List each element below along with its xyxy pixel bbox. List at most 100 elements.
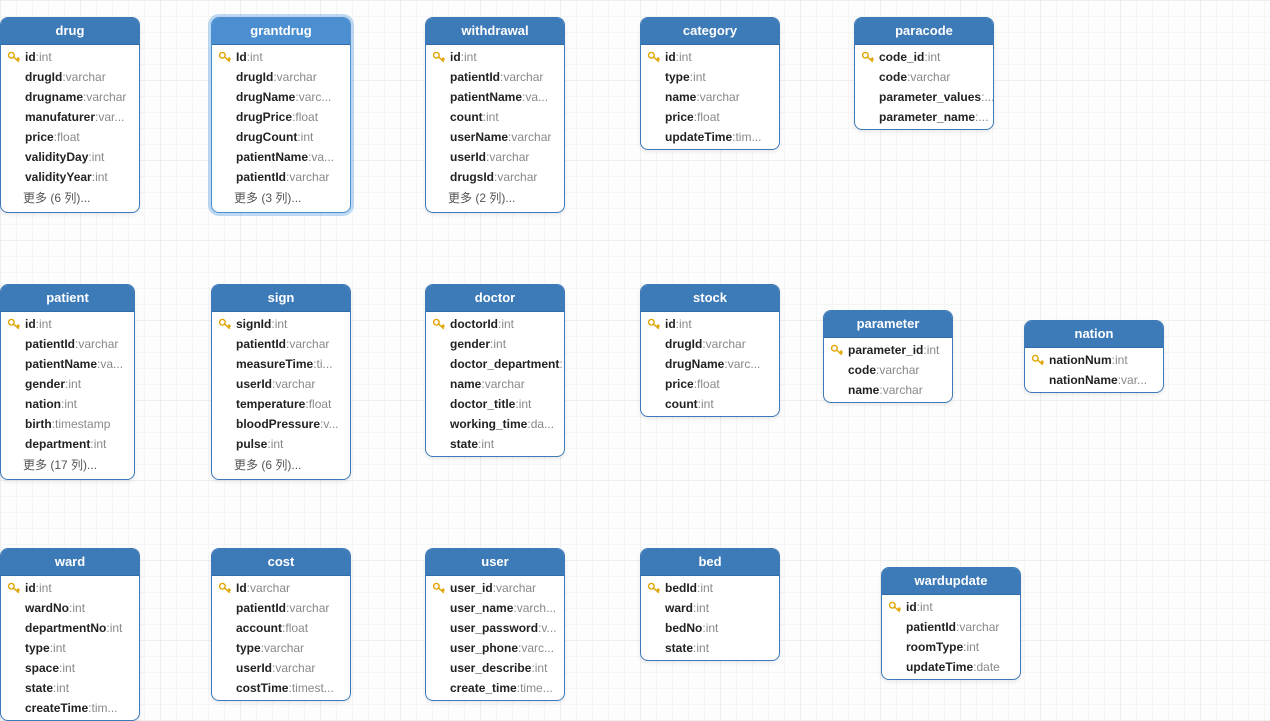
column-row[interactable]: nationNum: int [1025, 350, 1163, 370]
column-row[interactable]: type: varchar [212, 638, 350, 658]
column-row[interactable]: state: int [641, 638, 779, 658]
column-row[interactable]: name: varchar [824, 380, 952, 400]
table-category[interactable]: categoryid: inttype: intname: varcharpri… [640, 17, 780, 150]
column-row[interactable]: state: int [426, 434, 564, 454]
table-patient[interactable]: patientid: intpatientId: varcharpatientN… [0, 284, 135, 480]
column-row[interactable]: patientId: varchar [1, 334, 134, 354]
column-row[interactable]: count: int [641, 394, 779, 414]
table-drug[interactable]: drugid: intdrugId: varchardrugname: varc… [0, 17, 140, 213]
column-row[interactable]: user_describe: int [426, 658, 564, 678]
column-row[interactable]: type: int [1, 638, 139, 658]
column-row[interactable]: Id: int [212, 47, 350, 67]
column-row[interactable]: price: float [1, 127, 139, 147]
table-header[interactable]: stock [641, 285, 779, 312]
more-columns-indicator[interactable]: 更多 (3 列)... [212, 187, 350, 210]
table-header[interactable]: drug [1, 18, 139, 45]
column-row[interactable]: updateTime: date [882, 657, 1020, 677]
column-row[interactable]: drugname: varchar [1, 87, 139, 107]
column-row[interactable]: price: float [641, 107, 779, 127]
column-row[interactable]: nationName: var... [1025, 370, 1163, 390]
column-row[interactable]: gender: int [1, 374, 134, 394]
column-row[interactable]: patientId: varchar [426, 67, 564, 87]
column-row[interactable]: validityYear: int [1, 167, 139, 187]
more-columns-indicator[interactable]: 更多 (17 列)... [1, 454, 134, 477]
table-stock[interactable]: stockid: intdrugId: varchardrugName: var… [640, 284, 780, 417]
column-row[interactable]: doctorId: int [426, 314, 564, 334]
column-row[interactable]: working_time: da... [426, 414, 564, 434]
column-row[interactable]: bedNo: int [641, 618, 779, 638]
table-header[interactable]: ward [1, 549, 139, 576]
column-row[interactable]: nation: int [1, 394, 134, 414]
table-header[interactable]: parameter [824, 311, 952, 338]
column-row[interactable]: department: int [1, 434, 134, 454]
column-row[interactable]: userId: varchar [212, 658, 350, 678]
column-row[interactable]: id: int [426, 47, 564, 67]
column-row[interactable]: drugId: varchar [1, 67, 139, 87]
table-header[interactable]: doctor [426, 285, 564, 312]
table-paracode[interactable]: paracodecode_id: intcode: varcharparamet… [854, 17, 994, 130]
column-row[interactable]: patientName: va... [212, 147, 350, 167]
column-row[interactable]: id: int [1, 47, 139, 67]
table-header[interactable]: withdrawal [426, 18, 564, 45]
column-row[interactable]: count: int [426, 107, 564, 127]
column-row[interactable]: temperature: float [212, 394, 350, 414]
column-row[interactable]: space: int [1, 658, 139, 678]
column-row[interactable]: patientName: va... [1, 354, 134, 374]
column-row[interactable]: id: int [882, 597, 1020, 617]
column-row[interactable]: user_name: varch... [426, 598, 564, 618]
column-row[interactable]: birth: timestamp [1, 414, 134, 434]
column-row[interactable]: signId: int [212, 314, 350, 334]
table-ward[interactable]: wardid: intwardNo: intdepartmentNo: intt… [0, 548, 140, 721]
table-sign[interactable]: signsignId: intpatientId: varcharmeasure… [211, 284, 351, 480]
column-row[interactable]: costTime: timest... [212, 678, 350, 698]
more-columns-indicator[interactable]: 更多 (2 列)... [426, 187, 564, 210]
column-row[interactable]: Id: varchar [212, 578, 350, 598]
column-row[interactable]: wardNo: int [1, 598, 139, 618]
column-row[interactable]: code_id: int [855, 47, 993, 67]
column-row[interactable]: patientId: varchar [212, 334, 350, 354]
column-row[interactable]: parameter_values: ... [855, 87, 993, 107]
column-row[interactable]: gender: int [426, 334, 564, 354]
column-row[interactable]: patientId: varchar [212, 167, 350, 187]
column-row[interactable]: doctor_title: int [426, 394, 564, 414]
column-row[interactable]: parameter_name: ... [855, 107, 993, 127]
column-row[interactable]: validityDay: int [1, 147, 139, 167]
more-columns-indicator[interactable]: 更多 (6 列)... [1, 187, 139, 210]
column-row[interactable]: userName: varchar [426, 127, 564, 147]
table-header[interactable]: sign [212, 285, 350, 312]
table-parameter[interactable]: parameterparameter_id: intcode: varcharn… [823, 310, 953, 403]
table-doctor[interactable]: doctordoctorId: intgender: intdoctor_dep… [425, 284, 565, 457]
column-row[interactable]: name: varchar [641, 87, 779, 107]
column-row[interactable]: userId: varchar [212, 374, 350, 394]
column-row[interactable]: drugPrice: float [212, 107, 350, 127]
column-row[interactable]: departmentNo: int [1, 618, 139, 638]
table-header[interactable]: category [641, 18, 779, 45]
table-header[interactable]: user [426, 549, 564, 576]
column-row[interactable]: drugCount: int [212, 127, 350, 147]
column-row[interactable]: manufaturer: var... [1, 107, 139, 127]
column-row[interactable]: user_id: varchar [426, 578, 564, 598]
table-wardupdate[interactable]: wardupdateid: intpatientId: varcharroomT… [881, 567, 1021, 680]
table-header[interactable]: cost [212, 549, 350, 576]
table-nation[interactable]: nationnationNum: intnationName: var... [1024, 320, 1164, 393]
column-row[interactable]: drugName: varc... [641, 354, 779, 374]
column-row[interactable]: drugId: varchar [212, 67, 350, 87]
column-row[interactable]: bedId: int [641, 578, 779, 598]
column-row[interactable]: measureTime: ti... [212, 354, 350, 374]
column-row[interactable]: patientId: varchar [212, 598, 350, 618]
column-row[interactable]: id: int [1, 314, 134, 334]
column-row[interactable]: pulse: int [212, 434, 350, 454]
column-row[interactable]: code: varchar [824, 360, 952, 380]
table-header[interactable]: wardupdate [882, 568, 1020, 595]
column-row[interactable]: patientId: varchar [882, 617, 1020, 637]
table-header[interactable]: bed [641, 549, 779, 576]
column-row[interactable]: updateTime: tim... [641, 127, 779, 147]
table-bed[interactable]: bedbedId: intward: intbedNo: intstate: i… [640, 548, 780, 661]
column-row[interactable]: state: int [1, 678, 139, 698]
column-row[interactable]: ward: int [641, 598, 779, 618]
column-row[interactable]: drugsId: varchar [426, 167, 564, 187]
column-row[interactable]: code: varchar [855, 67, 993, 87]
column-row[interactable]: price: float [641, 374, 779, 394]
column-row[interactable]: type: int [641, 67, 779, 87]
column-row[interactable]: bloodPressure: v... [212, 414, 350, 434]
